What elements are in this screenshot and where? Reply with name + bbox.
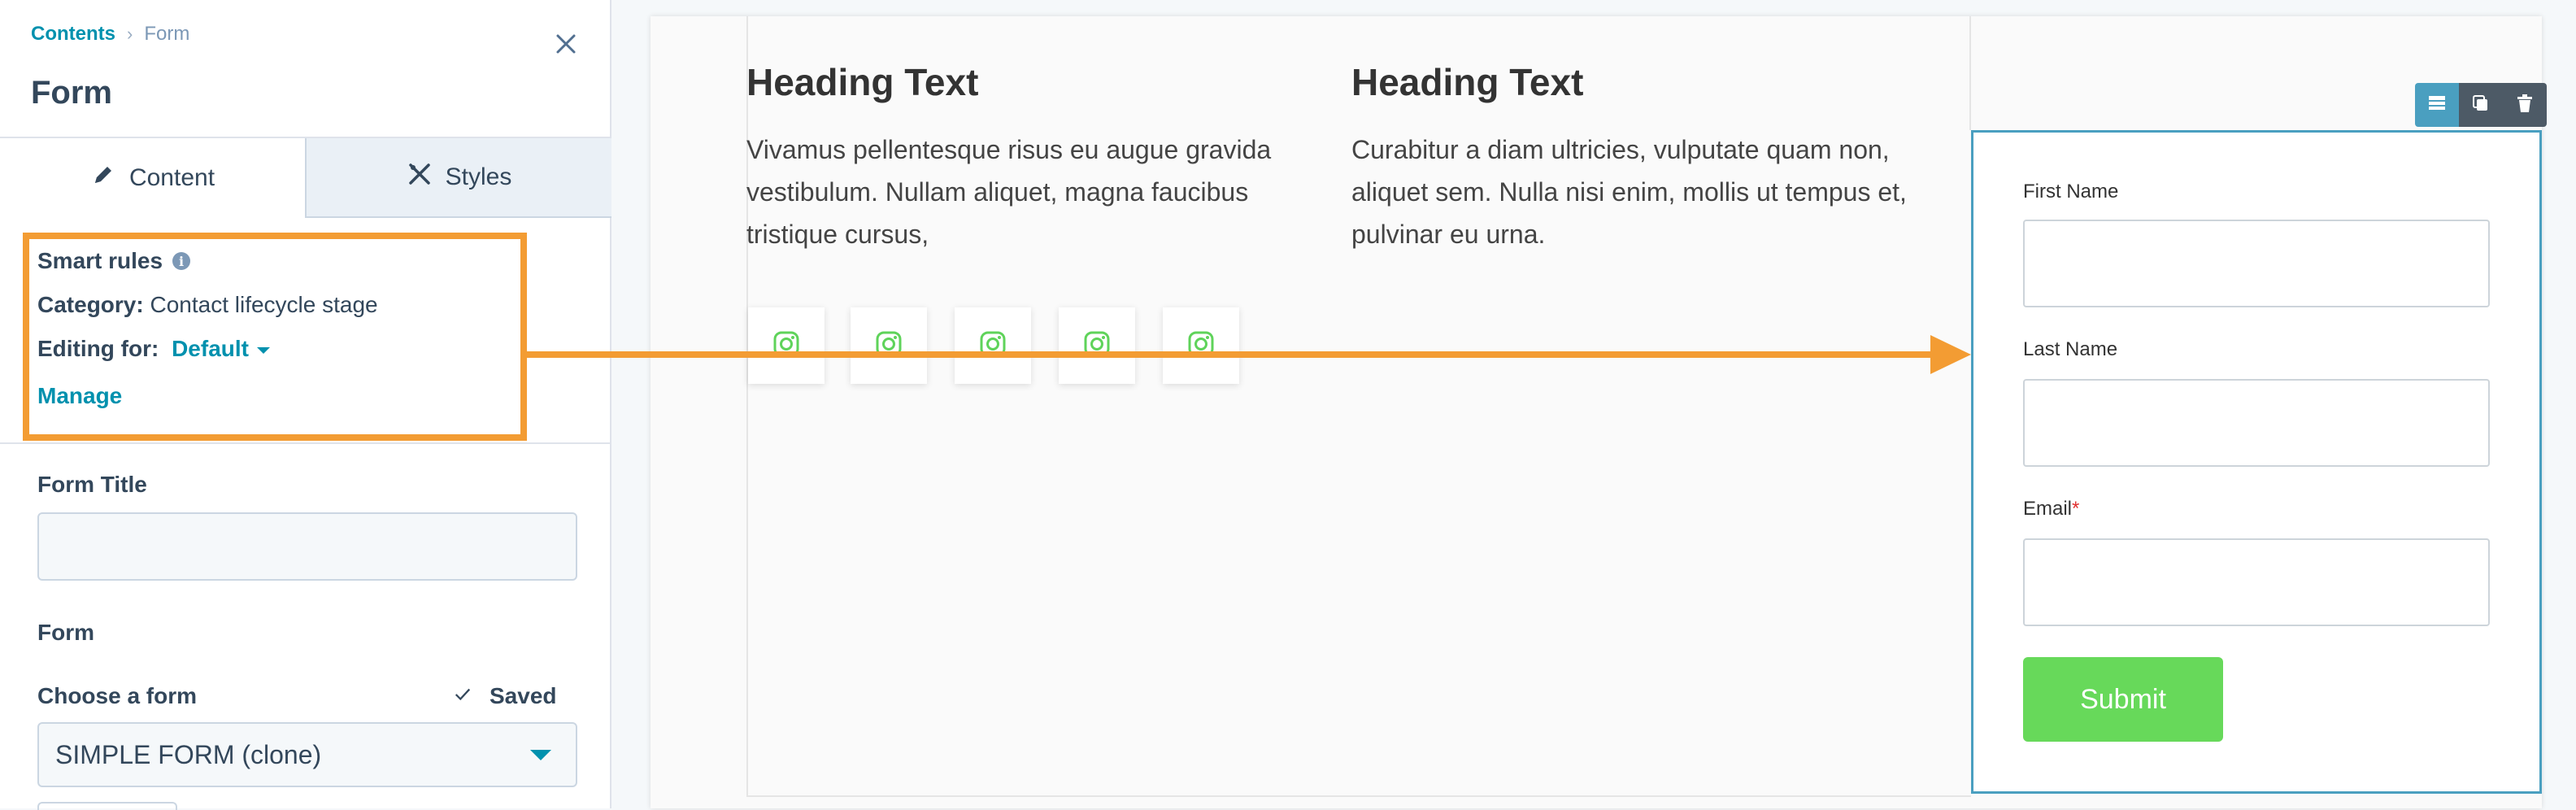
- tab-content[interactable]: Content: [0, 138, 307, 218]
- partial-button[interactable]: [37, 802, 177, 810]
- last-name-label: Last Name: [2023, 338, 2118, 360]
- email-input[interactable]: [2023, 538, 2490, 626]
- module-toolbar: [2415, 83, 2547, 127]
- tab-styles[interactable]: Styles: [307, 138, 611, 218]
- column-1-body[interactable]: Vivamus pellentesque risus eu augue grav…: [746, 128, 1283, 255]
- module-settings-button[interactable]: [2415, 83, 2459, 127]
- social-instagram-5[interactable]: [1163, 307, 1239, 384]
- styles-icon: [407, 161, 433, 194]
- social-instagram-4[interactable]: [1059, 307, 1135, 384]
- duplicate-button[interactable]: [2459, 83, 2503, 127]
- first-name-label: First Name: [2023, 181, 2119, 202]
- close-icon[interactable]: [546, 24, 585, 63]
- column-2-heading[interactable]: Heading Text: [1351, 60, 1583, 104]
- breadcrumb-contents-link[interactable]: Contents: [31, 23, 115, 46]
- social-instagram-3[interactable]: [955, 307, 1031, 384]
- delete-button[interactable]: [2503, 83, 2547, 127]
- column-2-body[interactable]: Curabitur a diam ultricies, vulputate qu…: [1351, 128, 1921, 255]
- annotation-arrow-head: [1930, 335, 1971, 374]
- smart-rules-highlight: [23, 233, 527, 441]
- form-title-label: Form Title: [37, 472, 147, 497]
- required-marker: *: [2072, 498, 2080, 520]
- form-select[interactable]: SIMPLE FORM (clone): [37, 722, 577, 787]
- form-select-value: SIMPLE FORM (clone): [55, 739, 322, 769]
- sidebar-panel: Contents › Form Form Content Styles Smar…: [0, 0, 611, 810]
- trash-icon: [2513, 92, 2536, 119]
- section-divider: [0, 442, 611, 444]
- breadcrumb-separator: ›: [127, 24, 133, 44]
- tab-bar: Content Styles: [0, 138, 611, 218]
- email-label-wrap: Email*: [2023, 498, 2079, 520]
- first-name-input[interactable]: [2023, 220, 2490, 307]
- tab-content-label: Content: [128, 164, 215, 191]
- pencil-icon: [90, 162, 116, 194]
- page-title: Form: [31, 75, 112, 111]
- form-title-input[interactable]: [37, 512, 577, 581]
- canvas-row-guide: [746, 795, 1971, 797]
- breadcrumb: Contents › Form: [31, 23, 189, 46]
- choose-form-label: Choose a form: [37, 683, 198, 708]
- email-label: Email: [2023, 498, 2073, 520]
- column-1-heading[interactable]: Heading Text: [746, 60, 978, 104]
- saved-status: Saved: [454, 683, 557, 709]
- last-name-input[interactable]: [2023, 379, 2490, 467]
- submit-button[interactable]: Submit: [2023, 657, 2223, 742]
- breadcrumb-current: Form: [144, 23, 190, 45]
- social-instagram-2[interactable]: [851, 307, 927, 384]
- module-settings-icon: [2426, 92, 2448, 119]
- form-section-heading: Form: [37, 620, 94, 645]
- checkmark-icon: [454, 683, 472, 709]
- chevron-down-icon: [530, 750, 551, 760]
- saved-label: Saved: [490, 683, 557, 708]
- social-instagram-1[interactable]: [748, 307, 825, 384]
- annotation-arrow-line: [527, 351, 1934, 358]
- canvas-column-guide: [1969, 16, 1971, 130]
- tab-styles-label: Styles: [445, 163, 512, 190]
- duplicate-icon: [2469, 92, 2492, 119]
